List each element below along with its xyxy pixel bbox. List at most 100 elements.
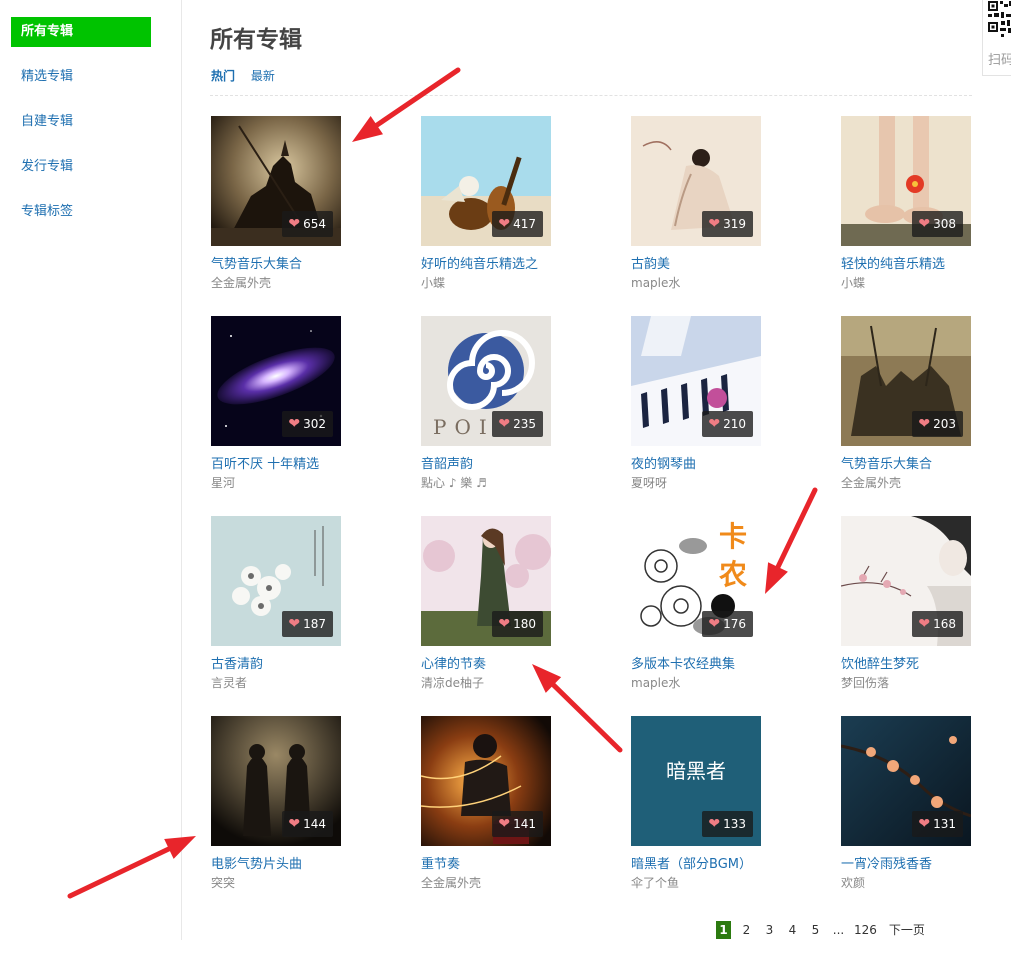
- album-title[interactable]: 饮他醉生梦死: [841, 657, 981, 673]
- sidebar-item-created-albums[interactable]: 自建专辑: [11, 107, 151, 137]
- album-title[interactable]: 重节奏: [421, 857, 561, 873]
- like-badge: ❤ 235: [492, 411, 543, 437]
- album-card: ❤ 168 饮他醉生梦死 梦回伤落: [841, 516, 981, 690]
- album-title[interactable]: 暗黑者（部分BGM）: [631, 857, 771, 873]
- album-card: 暗黑者 ❤ 133 暗黑者（部分BGM） 伞了个鱼: [631, 716, 771, 890]
- album-author[interactable]: 點心 ♪ 樂 ♬: [421, 476, 561, 490]
- sidebar-item-album-tags[interactable]: 专辑标签: [11, 197, 151, 227]
- album-card: ❤ 319 古韵美 maple水: [631, 116, 771, 290]
- album-author[interactable]: 突突: [211, 876, 351, 890]
- like-badge: ❤ 168: [912, 611, 963, 637]
- like-badge: ❤ 417: [492, 211, 543, 237]
- like-count: 141: [513, 817, 536, 831]
- sidebar-item-featured-albums[interactable]: 精选专辑: [11, 62, 151, 92]
- album-cover[interactable]: ❤ 168: [841, 516, 971, 646]
- album-title[interactable]: 一宵冷雨残香香: [841, 857, 981, 873]
- album-title[interactable]: 好听的纯音乐精选之: [421, 257, 561, 273]
- album-title[interactable]: 百听不厌 十年精选: [211, 457, 351, 473]
- album-cover[interactable]: ❤ 319: [631, 116, 761, 246]
- album-card: ❤ 203 气势音乐大集合 全金属外壳: [841, 316, 981, 490]
- like-count: 144: [303, 817, 326, 831]
- album-author[interactable]: 小蝶: [841, 276, 981, 290]
- album-author[interactable]: 全金属外壳: [841, 476, 981, 490]
- page-link-5[interactable]: 5: [808, 921, 823, 939]
- album-author[interactable]: 欢颜: [841, 876, 981, 890]
- album-author[interactable]: 星河: [211, 476, 351, 490]
- like-count: 133: [723, 817, 746, 831]
- album-cover[interactable]: ❤ 144: [211, 716, 341, 846]
- like-count: 187: [303, 617, 326, 631]
- album-author[interactable]: maple水: [631, 276, 771, 290]
- pagination: 1 2 3 4 5... 126 下一页: [716, 921, 933, 940]
- page-link-3[interactable]: 3: [762, 921, 777, 939]
- album-author[interactable]: 夏呀呀: [631, 476, 771, 490]
- like-badge: ❤ 654: [282, 211, 333, 237]
- sidebar: 所有专辑 精选专辑 自建专辑 发行专辑 专辑标签: [0, 0, 182, 940]
- album-card: ❤ 308 轻快的纯音乐精选 小蝶: [841, 116, 981, 290]
- album-author[interactable]: 伞了个鱼: [631, 876, 771, 890]
- svg-text:卡: 卡: [719, 520, 747, 553]
- tab-latest[interactable]: 最新: [251, 67, 275, 84]
- album-cover[interactable]: ❤ 141: [421, 716, 551, 846]
- album-title[interactable]: 轻快的纯音乐精选: [841, 257, 981, 273]
- like-badge: ❤ 203: [912, 411, 963, 437]
- like-badge: ❤ 319: [702, 211, 753, 237]
- album-title[interactable]: 气势音乐大集合: [841, 457, 981, 473]
- album-title[interactable]: 夜的钢琴曲: [631, 457, 771, 473]
- album-title[interactable]: 音韶声韵: [421, 457, 561, 473]
- album-title[interactable]: 心律的节奏: [421, 657, 561, 673]
- album-card: ❤ 654 气势音乐大集合 全金属外壳: [211, 116, 351, 290]
- album-author[interactable]: 清凉de柚子: [421, 676, 561, 690]
- page-link-1[interactable]: 1: [716, 921, 731, 939]
- album-cover[interactable]: 卡 农 ❤ 176: [631, 516, 761, 646]
- heart-icon: ❤: [498, 816, 511, 832]
- album-title[interactable]: 电影气势片头曲: [211, 857, 351, 873]
- heart-icon: ❤: [288, 816, 301, 832]
- like-badge: ❤ 176: [702, 611, 753, 637]
- album-cover[interactable]: ❤ 203: [841, 316, 971, 446]
- like-count: 176: [723, 617, 746, 631]
- album-title[interactable]: 多版本卡农经典集: [631, 657, 771, 673]
- album-cover[interactable]: ❤ 210: [631, 316, 761, 446]
- album-cover[interactable]: POI ❤ 235: [421, 316, 551, 446]
- album-card: POI ❤ 235 音韶声韵 點心 ♪ 樂 ♬: [421, 316, 561, 490]
- album-cover[interactable]: ❤ 302: [211, 316, 341, 446]
- next-page-link[interactable]: 下一页: [889, 921, 925, 939]
- album-author[interactable]: 梦回伤落: [841, 676, 981, 690]
- heart-icon: ❤: [498, 616, 511, 632]
- like-count: 203: [933, 417, 956, 431]
- like-badge: ❤ 187: [282, 611, 333, 637]
- album-card: ❤ 210 夜的钢琴曲 夏呀呀: [631, 316, 771, 490]
- album-title[interactable]: 气势音乐大集合: [211, 257, 351, 273]
- album-title[interactable]: 古香清韵: [211, 657, 351, 673]
- sidebar-item-published-albums[interactable]: 发行专辑: [11, 152, 151, 182]
- heart-icon: ❤: [708, 616, 721, 632]
- page-link-2[interactable]: 2: [739, 921, 754, 939]
- like-count: 319: [723, 217, 746, 231]
- like-count: 417: [513, 217, 536, 231]
- album-cover[interactable]: 暗黑者 ❤ 133: [631, 716, 761, 846]
- album-author[interactable]: 小蝶: [421, 276, 561, 290]
- page-link-4[interactable]: 4: [785, 921, 800, 939]
- album-cover[interactable]: ❤ 654: [211, 116, 341, 246]
- album-author[interactable]: 全金属外壳: [211, 276, 351, 290]
- album-author[interactable]: maple水: [631, 676, 771, 690]
- album-author[interactable]: 全金属外壳: [421, 876, 561, 890]
- album-cover[interactable]: ❤ 131: [841, 716, 971, 846]
- album-cover[interactable]: ❤ 180: [421, 516, 551, 646]
- sidebar-item-all-albums[interactable]: 所有专辑: [11, 17, 151, 47]
- album-author[interactable]: 言灵者: [211, 676, 351, 690]
- album-cover[interactable]: ❤ 187: [211, 516, 341, 646]
- album-title[interactable]: 古韵美: [631, 257, 771, 273]
- album-cover[interactable]: ❤ 308: [841, 116, 971, 246]
- album-card: ❤ 417 好听的纯音乐精选之 小蝶: [421, 116, 561, 290]
- annotation-arrow-shaft: [550, 682, 623, 753]
- like-badge: ❤ 210: [702, 411, 753, 437]
- tab-hot[interactable]: 热门: [211, 67, 235, 84]
- like-count: 654: [303, 217, 326, 231]
- heart-icon: ❤: [918, 616, 931, 632]
- qr-widget[interactable]: 扫码: [982, 0, 1011, 76]
- page-link-last[interactable]: 126: [854, 921, 877, 939]
- album-cover[interactable]: ❤ 417: [421, 116, 551, 246]
- annotation-arrow-head: [352, 116, 383, 142]
